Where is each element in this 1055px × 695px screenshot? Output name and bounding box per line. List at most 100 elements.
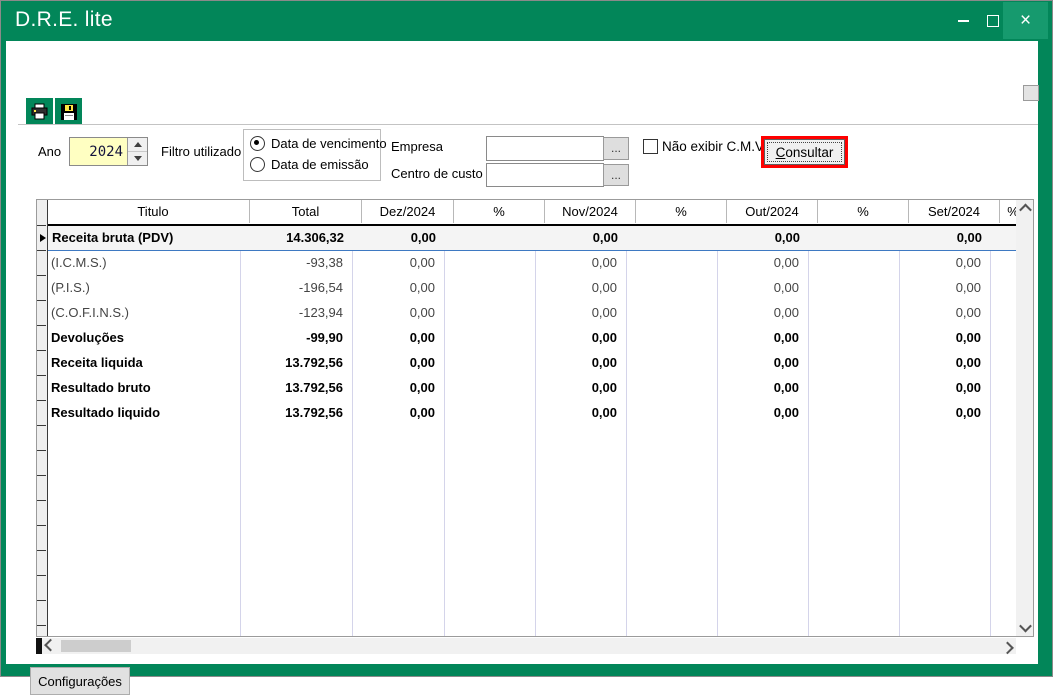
- save-button[interactable]: [55, 98, 82, 125]
- table-row[interactable]: Receita liquida13.792,560,000,000,000,00: [47, 351, 1017, 376]
- cell-value: [808, 326, 890, 350]
- cell-value: 0,00: [717, 401, 799, 425]
- empresa-input[interactable]: [486, 136, 604, 161]
- column-header[interactable]: Set/2024: [909, 200, 1000, 223]
- grid-header: TituloTotalDez/2024%Nov/2024%Out/2024%Se…: [47, 200, 1017, 224]
- cell-value: [626, 401, 708, 425]
- cell-value: [808, 376, 890, 400]
- cell-value: [444, 401, 526, 425]
- cell-value: 0,00: [717, 326, 799, 350]
- table-row[interactable]: Resultado bruto13.792,560,000,000,000,00: [47, 376, 1017, 401]
- radio-data-vencimento[interactable]: Data de vencimento: [250, 136, 387, 151]
- radio-data-emissao[interactable]: Data de emissão: [250, 157, 369, 172]
- column-header[interactable]: Nov/2024: [545, 200, 636, 223]
- cell-value: [626, 301, 708, 325]
- vertical-scrollbar[interactable]: [1016, 200, 1034, 636]
- ano-spinner: [69, 137, 148, 166]
- ano-input[interactable]: [70, 138, 127, 165]
- chevron-left-icon: [44, 638, 57, 651]
- cell-value: -93,38: [240, 251, 343, 275]
- row-selector-cell: [37, 351, 46, 376]
- scroll-up-button[interactable]: [1016, 200, 1034, 217]
- cell-titulo: Devoluções: [47, 326, 238, 350]
- minimize-icon: [958, 20, 969, 22]
- cell-titulo: (C.O.F.I.N.S.): [47, 301, 238, 325]
- radio-selected-icon: [250, 136, 265, 151]
- configuracoes-button[interactable]: Configurações: [30, 667, 130, 695]
- scroll-right-button[interactable]: [999, 638, 1016, 654]
- column-header[interactable]: Dez/2024: [362, 200, 454, 223]
- window-title: D.R.E. lite: [15, 8, 113, 32]
- row-selector-cell: [37, 426, 46, 451]
- cell-titulo: (I.C.M.S.): [47, 251, 238, 275]
- cell-value: 0,00: [535, 301, 617, 325]
- column-header[interactable]: Total: [250, 200, 362, 223]
- row-selector-cell: [37, 401, 46, 426]
- print-button[interactable]: [26, 98, 53, 125]
- table-row[interactable]: Resultado liquido13.792,560,000,000,000,…: [47, 401, 1017, 426]
- cell-titulo: (P.I.S.): [47, 276, 238, 300]
- cell-value: [626, 376, 708, 400]
- radio-label: Data de vencimento: [271, 136, 387, 151]
- cell-value: 0,00: [717, 301, 799, 325]
- centro-custo-browse-button[interactable]: ...: [603, 164, 629, 186]
- column-header[interactable]: Out/2024: [727, 200, 818, 223]
- client-area: Ano Filtro utilizado Data de vencimento …: [6, 41, 1038, 664]
- cell-value: 0,00: [899, 301, 981, 325]
- maximize-icon: [987, 15, 999, 27]
- cell-value: 0,00: [899, 251, 981, 275]
- row-selector-cell: [37, 200, 46, 226]
- cell-value: [809, 226, 891, 250]
- empresa-label: Empresa: [391, 139, 443, 154]
- column-header[interactable]: Titulo: [57, 200, 250, 223]
- centro-custo-label: Centro de custo: [391, 166, 483, 181]
- table-row[interactable]: Receita bruta (PDV)14.306,320,000,000,00…: [47, 226, 1017, 251]
- spin-down-button[interactable]: [128, 152, 147, 165]
- filtro-groupbox: Data de vencimento Data de emissão: [243, 129, 381, 181]
- empresa-browse-button[interactable]: ...: [603, 137, 629, 160]
- minimize-button[interactable]: [948, 2, 978, 39]
- column-header[interactable]: %: [818, 200, 909, 223]
- horizontal-scrollbar[interactable]: [36, 638, 1016, 654]
- column-header[interactable]: %: [454, 200, 545, 223]
- cell-value: [990, 276, 1008, 300]
- chevron-up-icon: [1019, 204, 1032, 217]
- cell-value: [626, 351, 708, 375]
- title-bar: D.R.E. lite ×: [1, 1, 1052, 41]
- column-header[interactable]: %: [636, 200, 727, 223]
- cell-value: [808, 276, 890, 300]
- consultar-button[interactable]: Consultar: [764, 139, 845, 165]
- cell-value: 0,00: [717, 251, 799, 275]
- row-selector-cell: [37, 326, 46, 351]
- cell-value: 0,00: [899, 351, 981, 375]
- ano-spin-buttons: [127, 138, 147, 165]
- cell-value: [990, 326, 1008, 350]
- corner-box: [1023, 85, 1039, 101]
- cell-value: 0,00: [535, 276, 617, 300]
- cmv-checkbox[interactable]: [643, 139, 658, 154]
- spin-up-button[interactable]: [128, 138, 147, 152]
- table-row[interactable]: (P.I.S.)-196,540,000,000,000,00: [47, 276, 1017, 301]
- cell-value: [626, 276, 708, 300]
- cell-value: 0,00: [900, 226, 982, 250]
- hscroll-thumb[interactable]: [61, 640, 131, 652]
- cell-value: 0,00: [352, 276, 435, 300]
- table-row[interactable]: Devoluções-99,900,000,000,000,00: [47, 326, 1017, 351]
- filtro-label: Filtro utilizado: [161, 144, 241, 159]
- scroll-down-button[interactable]: [1016, 619, 1034, 636]
- cell-value: 0,00: [535, 326, 617, 350]
- cell-value: 0,00: [352, 401, 435, 425]
- close-button[interactable]: ×: [1003, 2, 1048, 39]
- cell-titulo: Resultado bruto: [47, 376, 238, 400]
- cell-titulo: Receita liquida: [47, 351, 238, 375]
- table-row[interactable]: (C.O.F.I.N.S.)-123,940,000,000,000,00: [47, 301, 1017, 326]
- centro-custo-input[interactable]: [486, 163, 604, 187]
- cell-titulo: Resultado liquido: [47, 401, 238, 425]
- table-row[interactable]: (I.C.M.S.)-93,380,000,000,000,00: [47, 251, 1017, 276]
- cell-value: 0,00: [352, 351, 435, 375]
- row-selector-cell: [37, 526, 46, 551]
- cell-value: 0,00: [352, 301, 435, 325]
- cell-value: [444, 301, 526, 325]
- cell-value: -99,90: [240, 326, 343, 350]
- scroll-left-button[interactable]: [42, 638, 59, 654]
